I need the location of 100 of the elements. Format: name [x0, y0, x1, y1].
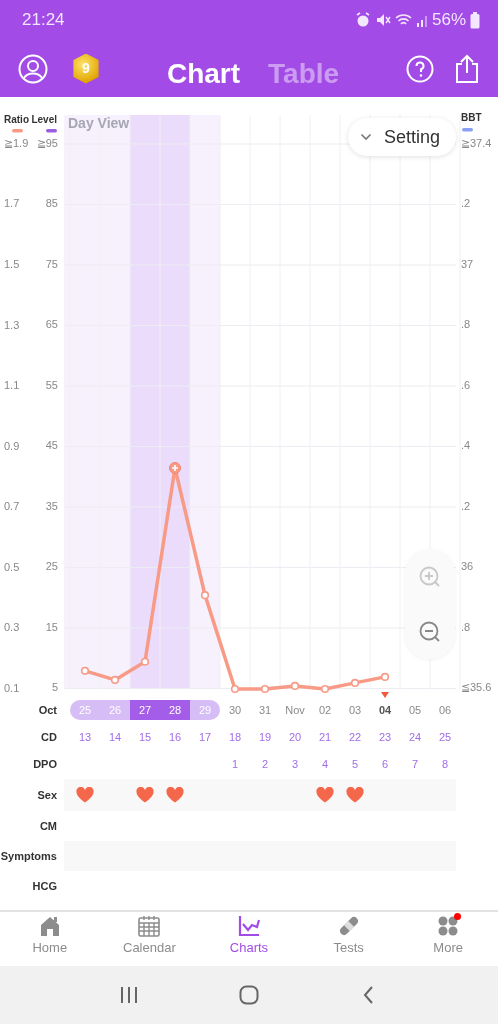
- tab[interactable]: Chart: [160, 45, 247, 102]
- zoom-out-icon: [418, 619, 442, 644]
- axis-label: ≧95: [36, 136, 58, 149]
- cycle-day: 23: [370, 728, 400, 746]
- nav-tab[interactable]: Calendar: [99, 912, 200, 966]
- axis-label: 55: [45, 378, 58, 391]
- view-label: Day View: [68, 114, 130, 131]
- cycle-day: 15: [130, 728, 160, 746]
- zoom-out-button[interactable]: [418, 619, 442, 644]
- setting-button[interactable]: Setting: [348, 118, 456, 156]
- help-icon[interactable]: [406, 54, 434, 83]
- date-label: 02: [317, 703, 333, 718]
- dpo-value: 3: [290, 756, 300, 772]
- row-label: DPO: [32, 756, 58, 772]
- axis-label: 0.5: [4, 560, 20, 573]
- date-label: 26: [100, 700, 130, 720]
- zoom-in-icon: [418, 564, 442, 589]
- heart-icon: [136, 787, 154, 803]
- cycle-day: 13: [70, 728, 100, 746]
- cycle-day: 24: [400, 728, 430, 746]
- heart-icon: [346, 787, 364, 803]
- axis-label: 1.7: [4, 197, 20, 210]
- row-label: CD: [40, 729, 58, 745]
- dpo-value: 5: [350, 756, 360, 772]
- axis-label: 36: [461, 560, 474, 573]
- cycle-day: 14: [100, 728, 130, 746]
- date-label: 30: [227, 703, 243, 718]
- chart-icon: [237, 914, 261, 938]
- axis-label: 0.1: [4, 681, 20, 694]
- cycle-day: 17: [190, 728, 220, 746]
- axis-label: 15: [45, 620, 58, 633]
- axis-label: 45: [45, 439, 58, 452]
- axis-label: 1.1: [4, 379, 20, 392]
- nav-tab[interactable]: Tests: [298, 912, 399, 966]
- axis-label: 85: [45, 197, 58, 210]
- dpo-value: 7: [410, 756, 420, 772]
- axis-label: 37: [461, 257, 474, 270]
- dpo-value: 4: [320, 756, 330, 772]
- dpo-value: 6: [380, 756, 390, 772]
- axis-label: 25: [45, 560, 58, 573]
- chevron-icon: [360, 133, 372, 141]
- level-legend-mark: [46, 129, 57, 133]
- axis-label: 35: [45, 499, 58, 512]
- date-label: 25: [70, 700, 100, 720]
- tab[interactable]: Table: [262, 45, 346, 102]
- dpo-value: 2: [260, 756, 270, 772]
- date-label: 31: [257, 703, 273, 718]
- level-badge: 9: [72, 53, 100, 84]
- axis-label: 1.5: [4, 258, 20, 270]
- cycle-day: 22: [340, 728, 370, 746]
- nav-tab[interactable]: Charts: [199, 912, 299, 966]
- axis-label: .2: [461, 499, 471, 512]
- cycle-day: 25: [430, 728, 460, 746]
- nav-tab[interactable]: Home: [0, 912, 100, 966]
- date-label: 27: [130, 700, 160, 720]
- cycle-day: 19: [250, 728, 280, 746]
- axis-label: .2: [461, 197, 471, 210]
- heart-icon: [166, 787, 184, 803]
- axis-label: ≦35.6: [461, 681, 492, 694]
- heart-icon: [76, 787, 94, 803]
- recent-apps-icon[interactable]: [119, 985, 139, 1005]
- row-label: HCG: [31, 878, 58, 894]
- nav-tab[interactable]: More: [398, 912, 498, 966]
- axis-label: 0.3: [4, 621, 20, 634]
- battery-level: 56%: [431, 9, 466, 32]
- axis-label: 65: [45, 318, 58, 331]
- axis-label: 1.3: [4, 318, 20, 331]
- profile-icon[interactable]: [18, 53, 48, 84]
- row-label: Oct: [37, 702, 58, 718]
- row-label: Sex: [36, 787, 58, 803]
- share-icon[interactable]: [454, 53, 480, 84]
- dpo-value: 1: [230, 756, 240, 772]
- cycle-day: 20: [280, 728, 310, 746]
- axis-label: 5: [51, 681, 58, 694]
- calendar-icon: [137, 914, 162, 938]
- legend-label: Level: [31, 113, 57, 125]
- bbt-legend-mark: [462, 128, 473, 132]
- date-label: 04: [370, 700, 400, 720]
- legend-label: Ratio: [4, 113, 29, 125]
- alarm-icon: [354, 12, 371, 28]
- mute-icon: [374, 12, 391, 28]
- axis-label: 0.7: [4, 500, 20, 513]
- home-button-icon[interactable]: [239, 985, 259, 1005]
- today-marker: [381, 692, 389, 698]
- battery-icon: [470, 11, 480, 29]
- axis-label: ≧37.4: [461, 136, 492, 149]
- status-time: 21:24: [22, 9, 65, 32]
- row-label: CM: [38, 818, 58, 834]
- date-label: 03: [347, 703, 363, 718]
- date-label: Nov: [284, 703, 306, 718]
- axis-label: 0.9: [4, 439, 20, 452]
- cycle-day: 16: [160, 728, 190, 746]
- axis-label: .8: [461, 318, 471, 331]
- notification-dot: [454, 913, 462, 920]
- ratio-legend-mark: [12, 129, 23, 133]
- date-label: 28: [160, 700, 190, 720]
- axis-label: ≧1.9: [4, 136, 29, 149]
- cycle-day: 18: [220, 728, 250, 746]
- date-label: 29: [190, 700, 220, 720]
- heart-icon: [316, 787, 334, 803]
